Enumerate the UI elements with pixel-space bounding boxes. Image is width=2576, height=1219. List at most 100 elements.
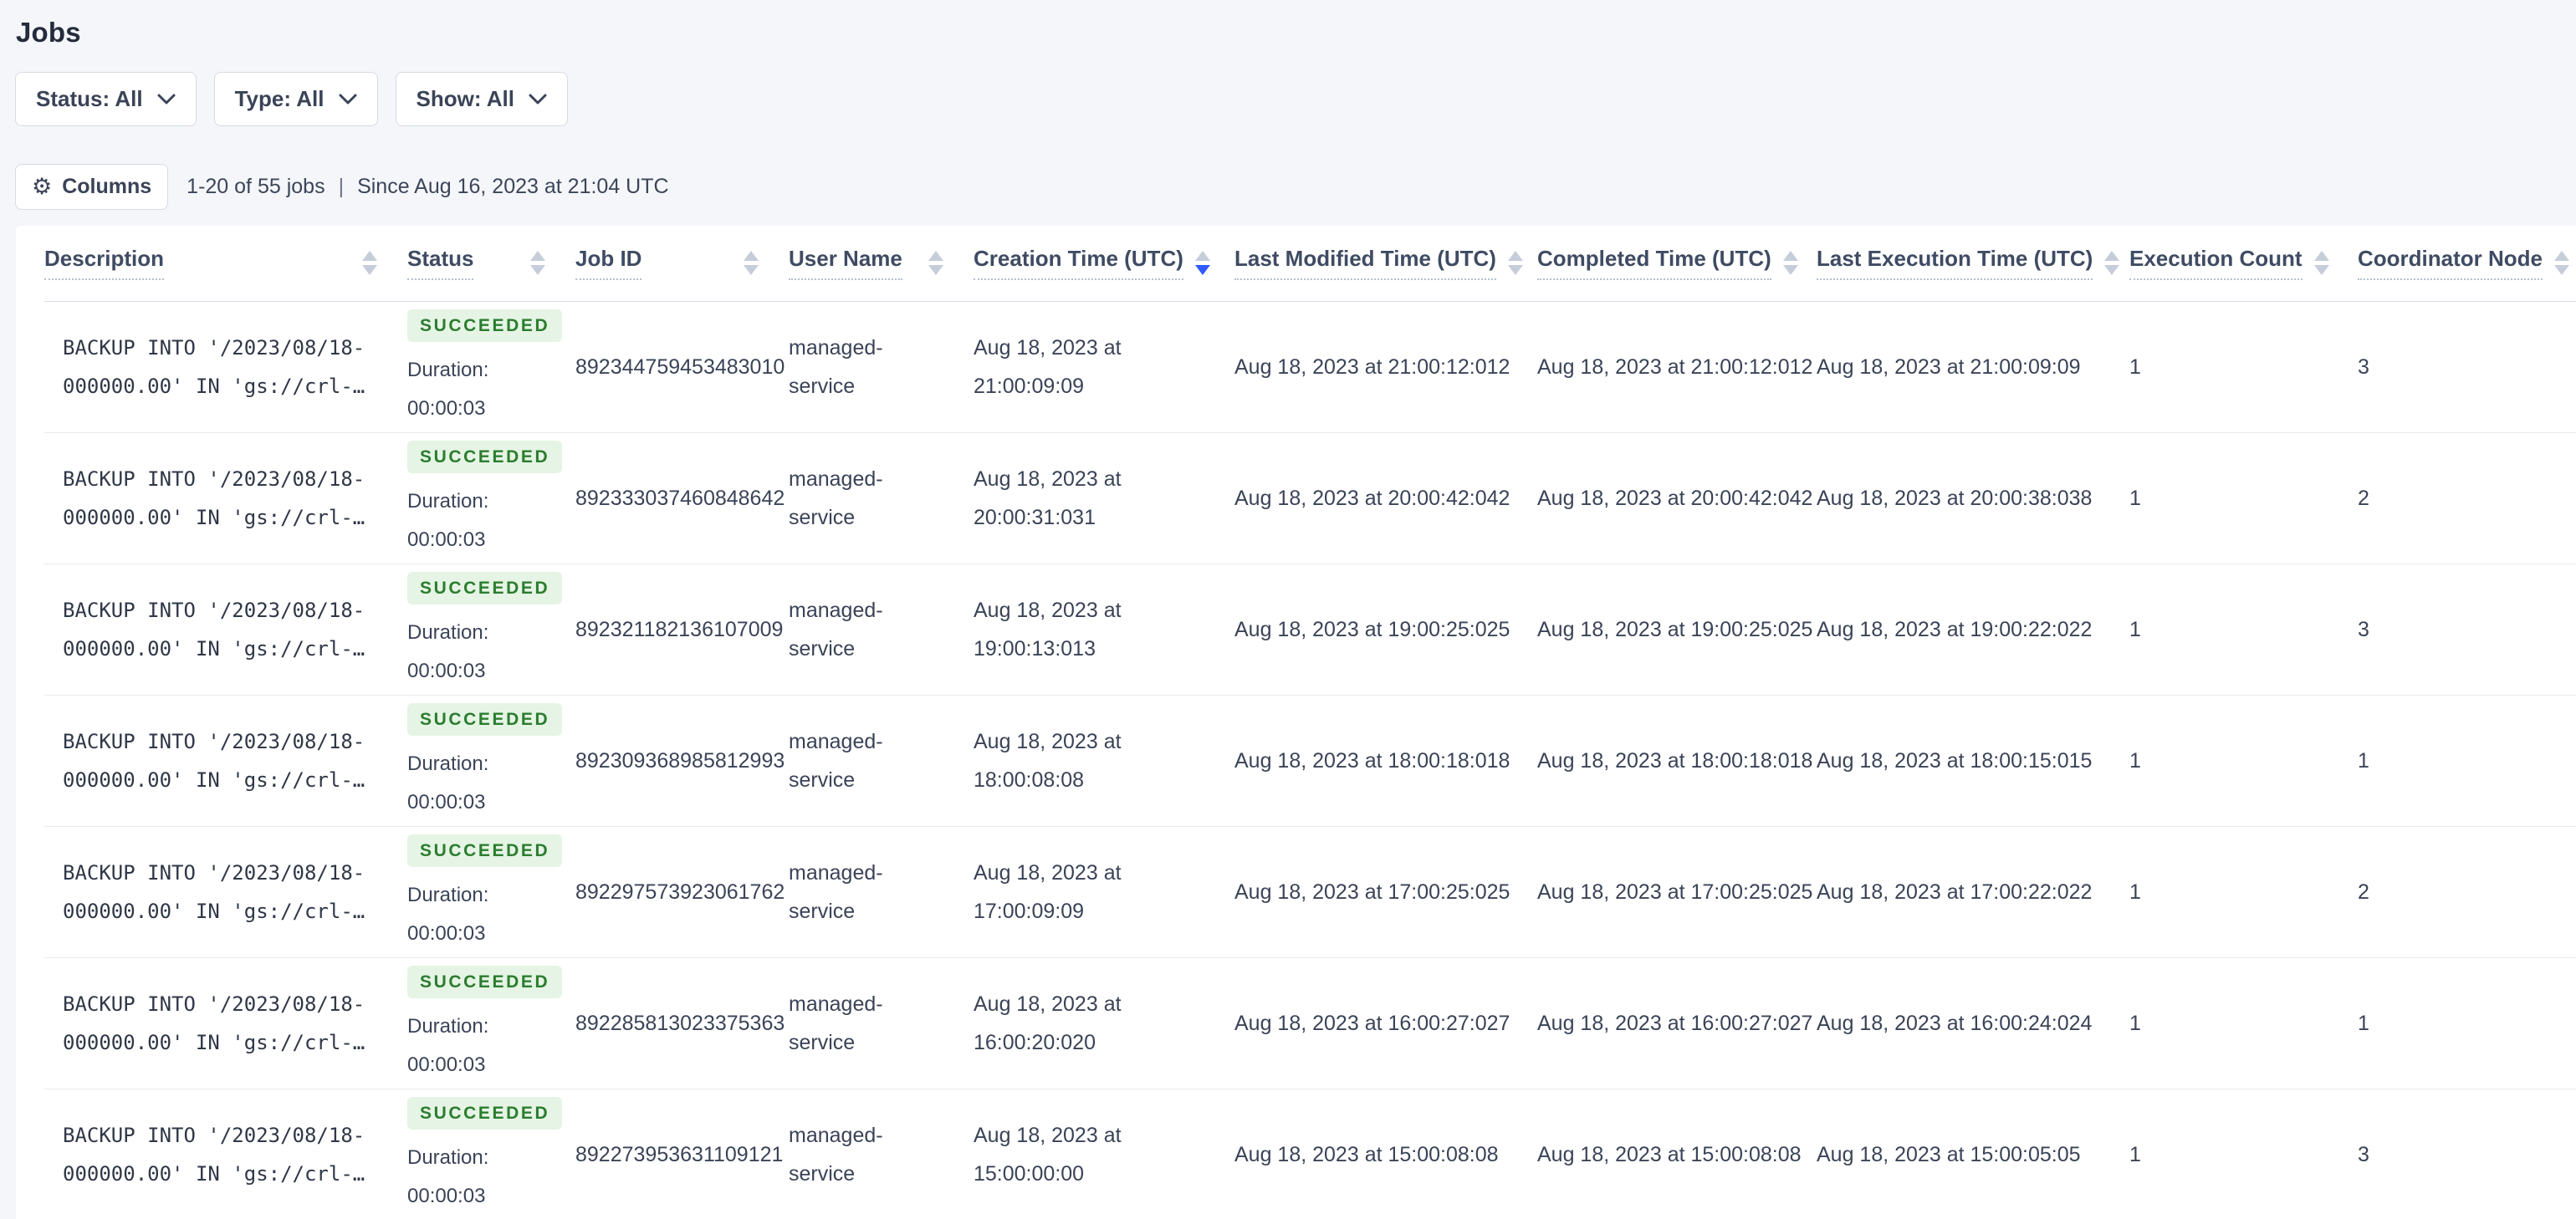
duration: Duration: 00:00:03	[407, 482, 545, 559]
sort-down-icon	[2313, 265, 2329, 276]
last-execution-time-cell: Aug 18, 2023 at 18:00:15:015	[1817, 695, 2129, 827]
sort-up-icon	[2313, 251, 2329, 262]
description-cell: BACKUP INTO '/2023/08/18-000000.00' IN '…	[44, 826, 407, 958]
description-cell: BACKUP INTO '/2023/08/18-000000.00' IN '…	[44, 301, 407, 433]
column-header[interactable]: Coordinator Node	[2358, 226, 2576, 302]
completed-time-cell: Aug 18, 2023 at 17:00:25:025	[1537, 826, 1817, 958]
execution-count-cell: 1	[2129, 432, 2358, 564]
description-cell: BACKUP INTO '/2023/08/18-000000.00' IN '…	[44, 564, 407, 696]
page-title: Jobs	[16, 17, 81, 48]
last-execution-time-cell: Aug 18, 2023 at 15:00:05:05	[1817, 1089, 2129, 1219]
status-cell: SUCCEEDED Duration: 00:00:03	[407, 957, 575, 1089]
column-header[interactable]: Execution Count	[2129, 226, 2358, 302]
column-header-label: Last Modified Time (UTC)	[1234, 246, 1496, 281]
columns-button[interactable]: ⚙ Columns	[15, 164, 169, 210]
column-header[interactable]: Job ID	[575, 226, 789, 302]
show-filter-label: Show: All	[416, 86, 514, 111]
duration-label: Duration:	[407, 490, 489, 513]
sort-up-icon	[1507, 251, 1523, 262]
column-header-label: Completed Time (UTC)	[1537, 246, 1771, 281]
description-cell: BACKUP INTO '/2023/08/18-000000.00' IN '…	[44, 432, 407, 564]
duration-label: Duration:	[407, 884, 489, 906]
sort-icon	[2303, 251, 2329, 276]
column-header[interactable]: Last Modified Time (UTC)	[1234, 226, 1537, 302]
duration: Duration: 00:00:03	[407, 1007, 545, 1084]
creation-time-cell: Aug 18, 2023 at 18:00:08:08	[974, 695, 1234, 827]
sort-down-icon	[1507, 265, 1523, 276]
last-modified-time-cell: Aug 18, 2023 at 18:00:18:018	[1234, 695, 1537, 827]
sort-up-icon	[2104, 251, 2120, 262]
description-cell: BACKUP INTO '/2023/08/18-000000.00' IN '…	[44, 695, 407, 827]
execution-count-cell: 1	[2129, 301, 2358, 433]
sort-down-icon	[744, 265, 759, 276]
last-modified-time-cell: Aug 18, 2023 at 20:00:42:042	[1234, 432, 1537, 564]
column-header[interactable]: Last Execution Time (UTC)	[1817, 226, 2129, 302]
sort-icon	[1183, 251, 1210, 276]
last-execution-time-cell: Aug 18, 2023 at 17:00:22:022	[1817, 826, 2129, 958]
sort-up-icon	[744, 251, 759, 262]
coordinator-node-cell: 1	[2358, 695, 2576, 827]
chevron-down-icon	[157, 94, 176, 105]
status-badge: SUCCEEDED	[407, 572, 563, 605]
last-modified-time-cell: Aug 18, 2023 at 15:00:08:08	[1234, 1089, 1537, 1219]
status-filter-dropdown[interactable]: Status: All	[15, 72, 197, 126]
jobs-table: Description Status Job ID User Name Crea…	[44, 226, 2576, 1219]
duration-value: 00:00:03	[407, 397, 486, 420]
user-name-cell: managed-service	[789, 1089, 974, 1219]
type-filter-dropdown[interactable]: Type: All	[213, 72, 378, 126]
duration: Duration: 00:00:03	[407, 1139, 545, 1216]
status-cell: SUCCEEDED Duration: 00:00:03	[407, 1089, 575, 1219]
type-filter-label: Type: All	[234, 86, 325, 111]
table-toolbar: ⚙ Columns 1-20 of 55 jobs | Since Aug 16…	[15, 164, 669, 210]
creation-time-cell: Aug 18, 2023 at 16:00:20:020	[974, 957, 1234, 1089]
sort-down-icon	[530, 265, 545, 276]
jobs-page: Jobs Status: All Type: All Show: All ⚙ C…	[0, 0, 2576, 1219]
sort-icon	[519, 251, 545, 276]
coordinator-node-cell: 2	[2358, 432, 2576, 564]
sort-down-icon	[2554, 265, 2569, 276]
jobs-table-card: Description Status Job ID User Name Crea…	[16, 226, 2576, 1219]
table-row: BACKUP INTO '/2023/08/18-000000.00' IN '…	[44, 957, 2576, 1089]
duration-label: Duration:	[407, 1146, 489, 1169]
job-id-cell: 892321182136107009	[575, 564, 789, 696]
user-name-cell: managed-service	[789, 301, 974, 433]
sort-icon	[732, 251, 759, 276]
table-row: BACKUP INTO '/2023/08/18-000000.00' IN '…	[44, 301, 2576, 433]
sort-down-icon	[1782, 265, 1798, 276]
coordinator-node-cell: 3	[2358, 1089, 2576, 1219]
duration-value: 00:00:03	[407, 1185, 486, 1207]
column-header[interactable]: User Name	[789, 226, 974, 302]
last-execution-time-cell: Aug 18, 2023 at 20:00:38:038	[1817, 432, 2129, 564]
chevron-down-icon	[339, 94, 357, 105]
column-header-label: Coordinator Node	[2358, 246, 2543, 281]
job-id-cell: 892309368985812993	[575, 695, 789, 827]
completed-time-cell: Aug 18, 2023 at 21:00:12:012	[1537, 301, 1817, 433]
completed-time-cell: Aug 18, 2023 at 20:00:42:042	[1537, 432, 1817, 564]
duration-value: 00:00:03	[407, 791, 486, 814]
user-name-cell: managed-service	[789, 432, 974, 564]
column-header-label: Creation Time (UTC)	[974, 246, 1183, 281]
execution-count-cell: 1	[2129, 564, 2358, 696]
creation-time-cell: Aug 18, 2023 at 20:00:31:031	[974, 432, 1234, 564]
status-cell: SUCCEEDED Duration: 00:00:03	[407, 432, 575, 564]
duration-label: Duration:	[407, 1015, 489, 1038]
chevron-down-icon	[529, 94, 547, 105]
user-name-cell: managed-service	[789, 564, 974, 696]
duration: Duration: 00:00:03	[407, 876, 545, 953]
column-header[interactable]: Completed Time (UTC)	[1537, 226, 1817, 302]
status-filter-label: Status: All	[36, 86, 143, 111]
column-header[interactable]: Description	[44, 226, 407, 302]
completed-time-cell: Aug 18, 2023 at 18:00:18:018	[1537, 695, 1817, 827]
sort-up-icon	[530, 251, 545, 262]
show-filter-dropdown[interactable]: Show: All	[395, 72, 568, 126]
creation-time-cell: Aug 18, 2023 at 19:00:13:013	[974, 564, 1234, 696]
duration-value: 00:00:03	[407, 528, 486, 551]
job-id-cell: 892285813023375363	[575, 957, 789, 1089]
column-header[interactable]: Status	[407, 226, 575, 302]
last-modified-time-cell: Aug 18, 2023 at 17:00:25:025	[1234, 826, 1537, 958]
column-header-label: Status	[407, 246, 474, 281]
sort-down-icon	[1194, 265, 1210, 276]
column-header[interactable]: Creation Time (UTC)	[974, 226, 1234, 302]
job-id-cell: 892273953631109121	[575, 1089, 789, 1219]
filter-bar: Status: All Type: All Show: All	[15, 72, 568, 126]
